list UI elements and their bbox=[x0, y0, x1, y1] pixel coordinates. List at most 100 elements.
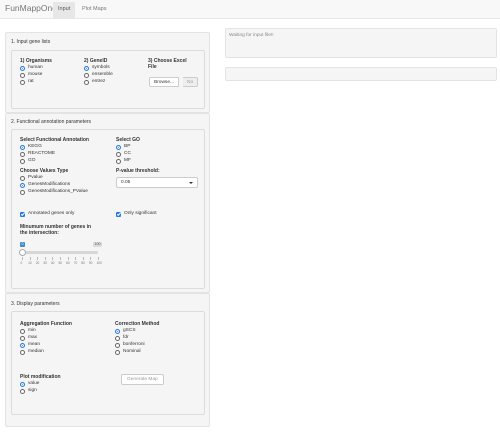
organism-option-mouse[interactable]: mouse bbox=[20, 71, 80, 78]
correction-option-bonferroni[interactable]: bonferroni bbox=[115, 341, 203, 348]
slider-tick bbox=[37, 257, 38, 260]
radio-icon[interactable] bbox=[84, 79, 89, 85]
radio-icon[interactable] bbox=[115, 342, 120, 348]
radio-icon[interactable] bbox=[20, 328, 25, 334]
min-genes-label-line2: the intersection: bbox=[20, 230, 59, 236]
annotation-option-reactome[interactable]: REACTOME bbox=[20, 150, 112, 157]
organisms-group: 1) Organisms human mouse rat bbox=[20, 58, 80, 85]
excel-file-group: 3) Choose Excel File bbox=[148, 58, 204, 70]
go-option-bp[interactable]: BP bbox=[116, 143, 202, 150]
slider-tick-label: 60 bbox=[66, 261, 70, 265]
geneid-option-ensemble[interactable]: ensemble bbox=[84, 71, 144, 78]
geneid-group: 2) GeneID symbols ensemble entrez bbox=[84, 58, 144, 85]
section-title: 1. Input gene lists bbox=[11, 39, 51, 45]
radio-icon[interactable] bbox=[20, 144, 25, 150]
generate-map-button[interactable]: Generate Map bbox=[121, 374, 164, 385]
go-option-mf[interactable]: MF bbox=[116, 157, 202, 164]
slider-tick-label: 100 bbox=[96, 261, 102, 265]
annotated-genes-only-checkbox[interactable]: Annotated genes only bbox=[20, 210, 74, 217]
aggregation-option-median[interactable]: median bbox=[20, 348, 110, 355]
radio-icon[interactable] bbox=[20, 182, 25, 188]
radio-icon[interactable] bbox=[20, 349, 25, 355]
correction-option-fdr[interactable]: fdr bbox=[115, 334, 203, 341]
aggregation-option-mean[interactable]: mean bbox=[20, 341, 110, 348]
slider-tick-label: 50 bbox=[58, 261, 63, 265]
values-option-genesmodifications-pvalue[interactable]: GenesModifications_PValue bbox=[20, 188, 114, 195]
tab-input[interactable]: Input bbox=[53, 2, 76, 19]
organism-option-human[interactable]: human bbox=[20, 64, 80, 71]
slider-tick bbox=[82, 257, 84, 260]
display-options-box: Aggregation Function min max mean median… bbox=[11, 311, 205, 415]
section-title: 3. Display parameters bbox=[11, 301, 60, 307]
checkbox-icon[interactable] bbox=[20, 211, 25, 217]
radio-icon[interactable] bbox=[115, 328, 120, 334]
plot-mod-option-value[interactable]: value bbox=[20, 380, 110, 387]
go-option-cc[interactable]: CC bbox=[116, 150, 202, 157]
functional-annotation-group: Select Functional Annotation KEGG REACTO… bbox=[20, 137, 112, 164]
radio-icon[interactable] bbox=[20, 72, 25, 78]
input-gene-lists-panel: 1. Input gene lists 1) Organisms human m… bbox=[5, 32, 210, 113]
slider-tick-label: 80 bbox=[81, 261, 85, 265]
values-option-pvalue[interactable]: Pvalue bbox=[20, 174, 114, 181]
geneid-option-entrez[interactable]: entrez bbox=[84, 78, 144, 85]
slider-tick bbox=[75, 257, 76, 260]
geneid-option-symbols[interactable]: symbols bbox=[84, 64, 144, 71]
organism-option-rat[interactable]: rat bbox=[20, 78, 80, 85]
slider-tick-label: 70 bbox=[73, 261, 78, 265]
radio-icon[interactable] bbox=[20, 342, 25, 348]
radio-icon[interactable] bbox=[20, 189, 25, 195]
excel-label-line2: File bbox=[148, 64, 157, 70]
chevron-down-icon bbox=[189, 181, 193, 184]
browse-button[interactable]: Browse... bbox=[149, 77, 179, 87]
radio-icon[interactable] bbox=[20, 151, 25, 157]
annotation-options-box: Select Functional Annotation KEGG REACTO… bbox=[11, 129, 205, 289]
correction-group: Correction Method gSCS fdr bonferroni No… bbox=[115, 321, 203, 355]
slider-tick-label: 90 bbox=[88, 261, 93, 265]
radio-icon[interactable] bbox=[84, 65, 89, 71]
functional-annotation-panel: 2. Functional annotation parameters Sele… bbox=[5, 113, 210, 293]
min-genes-slider-track[interactable] bbox=[22, 251, 98, 254]
slider-tick bbox=[44, 257, 46, 260]
radio-icon[interactable] bbox=[20, 158, 25, 164]
tab-plot-maps[interactable]: Plot Maps bbox=[77, 2, 111, 19]
annotation-option-kegg[interactable]: KEGG bbox=[20, 143, 112, 150]
slider-tick bbox=[90, 257, 91, 260]
app-brand[interactable]: FunMappOne bbox=[5, 3, 57, 13]
values-type-group: Choose Values Type Pvalue GenesModificat… bbox=[20, 168, 114, 195]
checkbox-icon[interactable] bbox=[116, 211, 121, 217]
radio-icon[interactable] bbox=[20, 175, 25, 181]
slider-ticks: 0 10 20 30 40 50 60 70 80 90 100 bbox=[21, 257, 102, 265]
radio-icon[interactable] bbox=[115, 349, 120, 355]
slider-max-badge: 100 bbox=[93, 242, 102, 247]
pvalue-select[interactable]: 0.05 bbox=[116, 177, 198, 188]
waiting-message: Waiting for input file!! bbox=[229, 33, 274, 38]
slider-tick bbox=[60, 257, 61, 260]
slider-min-badge: 0 bbox=[20, 242, 25, 247]
plot-mod-option-sign[interactable]: sign bbox=[20, 387, 110, 394]
slider-tick-label: 30 bbox=[43, 261, 47, 265]
radio-icon[interactable] bbox=[116, 158, 121, 164]
aggregation-option-max[interactable]: max bbox=[20, 334, 110, 341]
display-parameters-panel: 3. Display parameters Aggregation Functi… bbox=[5, 293, 210, 427]
pvalue-group: P-value threshold: bbox=[116, 168, 202, 174]
radio-icon[interactable] bbox=[116, 144, 121, 150]
correction-option-gscs[interactable]: gSCS bbox=[115, 327, 203, 334]
min-genes-slider-handle[interactable] bbox=[18, 249, 26, 256]
aggregation-group: Aggregation Function min max mean median bbox=[20, 321, 110, 355]
correction-option-nominal[interactable]: Nominal bbox=[115, 348, 203, 355]
pvalue-label: P-value threshold: bbox=[116, 168, 160, 174]
values-option-genesmodifications[interactable]: GenesModifications bbox=[20, 181, 114, 188]
radio-icon[interactable] bbox=[20, 381, 25, 387]
radio-icon[interactable] bbox=[84, 72, 89, 78]
annotation-option-go[interactable]: GO bbox=[20, 157, 112, 164]
aggregation-option-min[interactable]: min bbox=[20, 327, 110, 334]
slider-tick-label: 0 bbox=[20, 261, 23, 265]
radio-icon[interactable] bbox=[20, 79, 25, 85]
only-significant-checkbox[interactable]: Only significant bbox=[116, 210, 157, 217]
radio-icon[interactable] bbox=[20, 388, 25, 394]
radio-icon[interactable] bbox=[20, 335, 25, 341]
radio-icon[interactable] bbox=[20, 65, 25, 71]
file-name-display: No bbox=[183, 77, 199, 87]
radio-icon[interactable] bbox=[115, 335, 120, 341]
radio-icon[interactable] bbox=[116, 151, 121, 157]
